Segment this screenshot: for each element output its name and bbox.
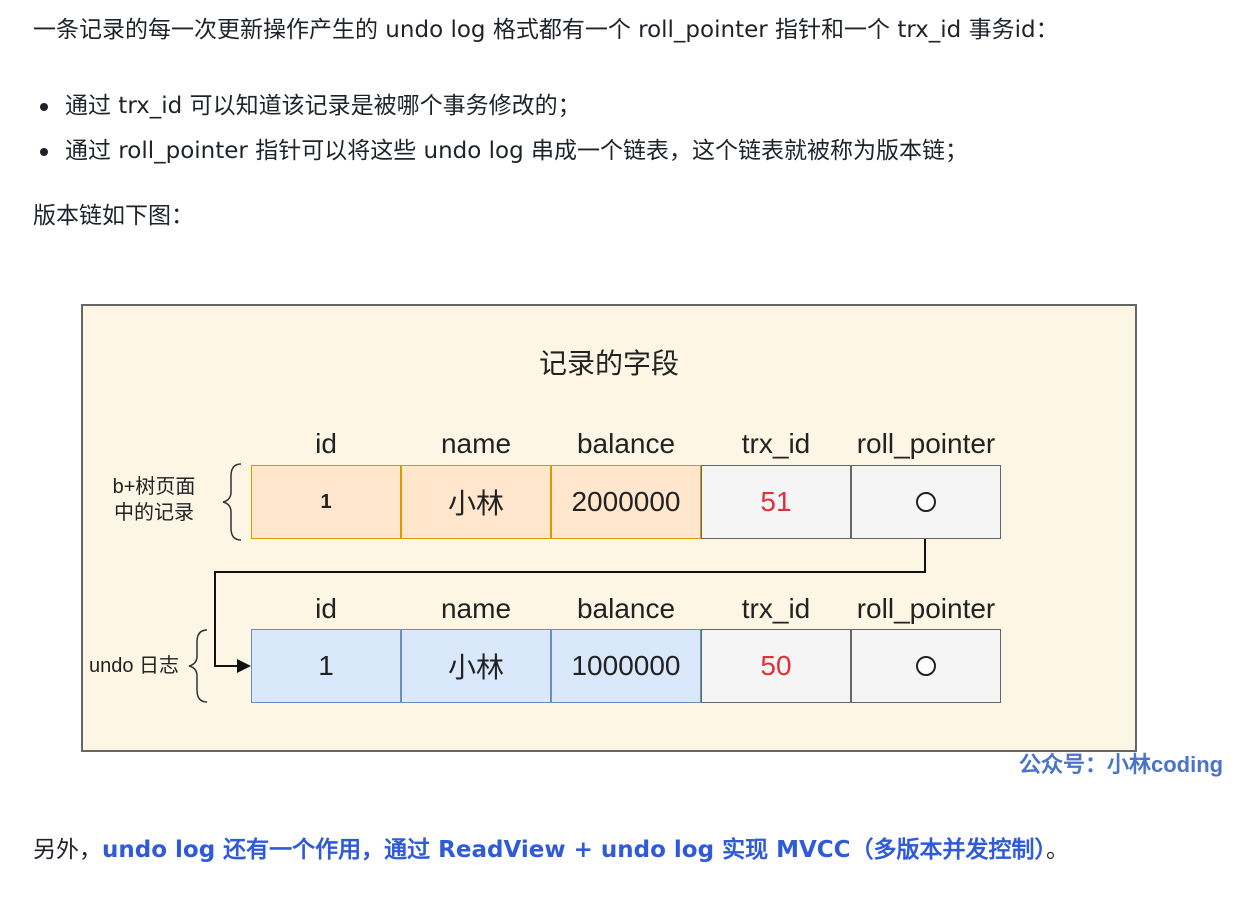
header-name: name: [440, 428, 512, 459]
watermark: 公众号：小林coding: [1019, 752, 1224, 777]
record-name-cell: 小林: [401, 465, 551, 539]
pointer-circle-icon: [916, 656, 936, 676]
undo-id-cell: 1: [251, 629, 401, 703]
list-item: 通过 roll_pointer 指针可以将这些 undo log 串成一个链表，…: [33, 129, 968, 174]
diagram-caption: 版本链如下图：: [33, 203, 194, 229]
footer-paragraph: 另外，undo log 还有一个作用，通过 ReadView + undo lo…: [33, 834, 1069, 866]
record-id-cell: 1: [251, 465, 401, 539]
undo-name-cell: 小林: [401, 629, 551, 703]
header-name: name: [440, 593, 512, 624]
record-trx-id-cell: 51: [701, 465, 851, 539]
version-chain-diagram: 记录的字段 id name balance trx_id roll_pointe…: [81, 304, 1137, 752]
header-roll-pointer: roll_pointer: [856, 593, 996, 624]
record-balance-cell: 2000000: [551, 465, 701, 539]
undo-balance-cell: 1000000: [551, 629, 701, 703]
header-balance: balance: [576, 428, 676, 459]
header-trx-id: trx_id: [741, 428, 811, 459]
intro-paragraph: 一条记录的每一次更新操作产生的 undo log 格式都有一个 roll_poi…: [33, 17, 1059, 43]
arrow-head: [237, 659, 251, 673]
pointer-circle-icon: [916, 492, 936, 512]
header-balance: balance: [576, 593, 676, 624]
record-label: b+树页面 中的记录: [112, 476, 196, 524]
footer-suffix: 。: [1046, 837, 1070, 863]
undo-roll-pointer-cell: [851, 629, 1001, 703]
footer-highlight: undo log 还有一个作用，通过 ReadView + undo log 实…: [102, 837, 1047, 863]
bullet-list: 通过 trx_id 可以知道该记录是被哪个事务修改的； 通过 roll_poin…: [33, 84, 968, 174]
header-roll-pointer: roll_pointer: [856, 428, 996, 459]
diagram-title: 记录的字段: [538, 348, 679, 379]
header-id: id: [315, 593, 337, 624]
record-roll-pointer-cell: [851, 465, 1001, 539]
list-item: 通过 trx_id 可以知道该记录是被哪个事务修改的；: [33, 84, 968, 129]
header-trx-id: trx_id: [741, 593, 811, 624]
header-id: id: [315, 428, 337, 459]
undo-label: undo 日志: [88, 655, 180, 677]
record-brace: [222, 463, 242, 541]
undo-brace: [188, 629, 208, 703]
undo-trx-id-cell: 50: [701, 629, 851, 703]
footer-prefix: 另外，: [33, 837, 102, 863]
